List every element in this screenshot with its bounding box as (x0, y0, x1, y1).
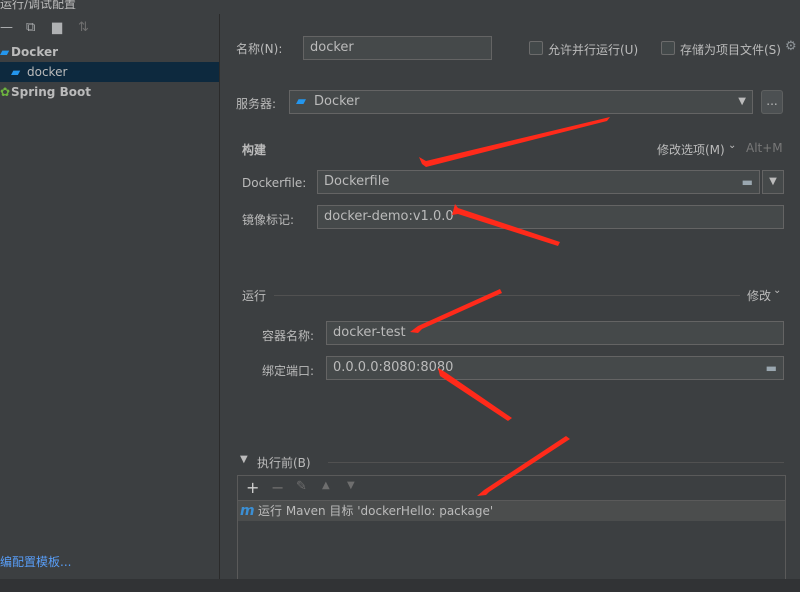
dialog-button-bar (0, 579, 800, 592)
docker-icon: ▰ (11, 65, 21, 79)
edit-icon[interactable]: ✎ (296, 479, 307, 494)
store-as-project-label: 存储为项目文件(S) (680, 43, 781, 57)
gear-icon[interactable]: ⚙ (785, 39, 797, 54)
remove-icon[interactable]: — (0, 20, 13, 35)
modify-options-link[interactable]: 修改选项(M) (657, 141, 725, 158)
config-form: 名称(N): docker 允许并行运行(U) 存储为项目文件(S) ⚙ 服务器… (220, 14, 800, 581)
window-titlebar: 运行/调试配置 (0, 0, 800, 14)
server-select[interactable]: ▰ Docker ▼ (289, 90, 753, 114)
edit-templates-link[interactable]: 编配置模板... (0, 553, 71, 570)
tree-item-docker[interactable]: ▰ docker (0, 62, 219, 82)
chevron-down-icon: ⌄ (773, 285, 782, 296)
window-title: 运行/调试配置 (0, 0, 77, 11)
image-tag-input[interactable]: docker-demo:v1.0.0 (317, 205, 784, 229)
maven-icon: m (240, 503, 255, 519)
tree-item-label: Spring Boot (11, 85, 91, 99)
move-up-icon[interactable]: ▲ (322, 480, 330, 491)
dockerfile-input[interactable]: Dockerfile ▬ (317, 170, 760, 194)
folder-icon[interactable]: ▬ (766, 357, 777, 379)
server-label: 服务器: (236, 97, 277, 111)
name-input[interactable]: docker (303, 36, 492, 60)
dockerfile-value: Dockerfile (324, 174, 390, 189)
bind-ports-input[interactable]: 0.0.0.0:8080:8080 ▬ (326, 356, 784, 380)
run-section-title: 运行 (242, 289, 267, 303)
before-launch-task-label: 运行 Maven 目标 'dockerHello: package' (258, 504, 494, 518)
image-tag-label: 镜像标记: (242, 213, 295, 227)
remove-icon[interactable]: − (271, 478, 284, 497)
tree-item-label: docker (27, 65, 68, 79)
dockerfile-dropdown[interactable]: ▼ (762, 170, 784, 194)
before-launch-toolbar: + − ✎ ▲ ▼ (238, 476, 785, 501)
spring-boot-icon: ✿ (0, 85, 11, 99)
dockerfile-label: Dockerfile: (242, 176, 307, 190)
container-name-input[interactable]: docker-test (326, 321, 784, 345)
allow-parallel-checkbox[interactable] (529, 41, 543, 55)
shortcut-hint: Alt+M (746, 141, 783, 155)
chevron-down-icon: ▼ (769, 176, 777, 187)
bind-ports-label: 绑定端口: (262, 364, 315, 378)
config-tree-panel: — ⧉ ▆ ⇅ ▰ Docker ▰ docker ✿ Spring Boot … (0, 14, 220, 579)
run-modify-link[interactable]: 修改 (747, 287, 771, 304)
allow-parallel-label: 允许并行运行(U) (548, 43, 639, 57)
before-launch-divider (328, 462, 784, 463)
before-launch-task-row[interactable]: m 运行 Maven 目标 'dockerHello: package' (238, 501, 785, 521)
sort-icon[interactable]: ⇅ (78, 20, 89, 35)
store-as-project-checkbox[interactable] (661, 41, 675, 55)
build-section-title: 构建 (242, 143, 267, 157)
chevron-down-icon: ⌄ (728, 140, 737, 151)
before-launch-title: 执行前(B) (257, 456, 311, 470)
add-icon[interactable]: + (246, 478, 259, 497)
tree-item-docker-group[interactable]: ▰ Docker (0, 42, 219, 62)
collapse-chevron-icon[interactable]: ▼ (240, 454, 248, 465)
before-launch-list: + − ✎ ▲ ▼ m 运行 Maven 目标 'dockerHello: pa… (237, 475, 786, 581)
tree-item-label: Docker (11, 45, 59, 59)
run-section-divider (274, 295, 740, 296)
folder-icon[interactable]: ▬ (742, 171, 753, 193)
name-label: 名称(N): (236, 42, 283, 56)
server-more-button[interactable]: ... (761, 90, 783, 114)
bind-ports-value: 0.0.0.0:8080:8080 (333, 360, 454, 375)
folder-add-icon[interactable]: ▆ (52, 20, 62, 35)
container-name-label: 容器名称: (262, 329, 315, 343)
move-down-icon[interactable]: ▼ (347, 480, 355, 491)
docker-icon: ▰ (296, 94, 306, 109)
docker-icon: ▰ (0, 45, 10, 59)
tree-item-spring-boot[interactable]: ✿ Spring Boot (0, 82, 219, 102)
server-select-value: Docker (314, 94, 360, 109)
chevron-down-icon: ▼ (738, 96, 746, 107)
copy-icon[interactable]: ⧉ (26, 20, 35, 35)
